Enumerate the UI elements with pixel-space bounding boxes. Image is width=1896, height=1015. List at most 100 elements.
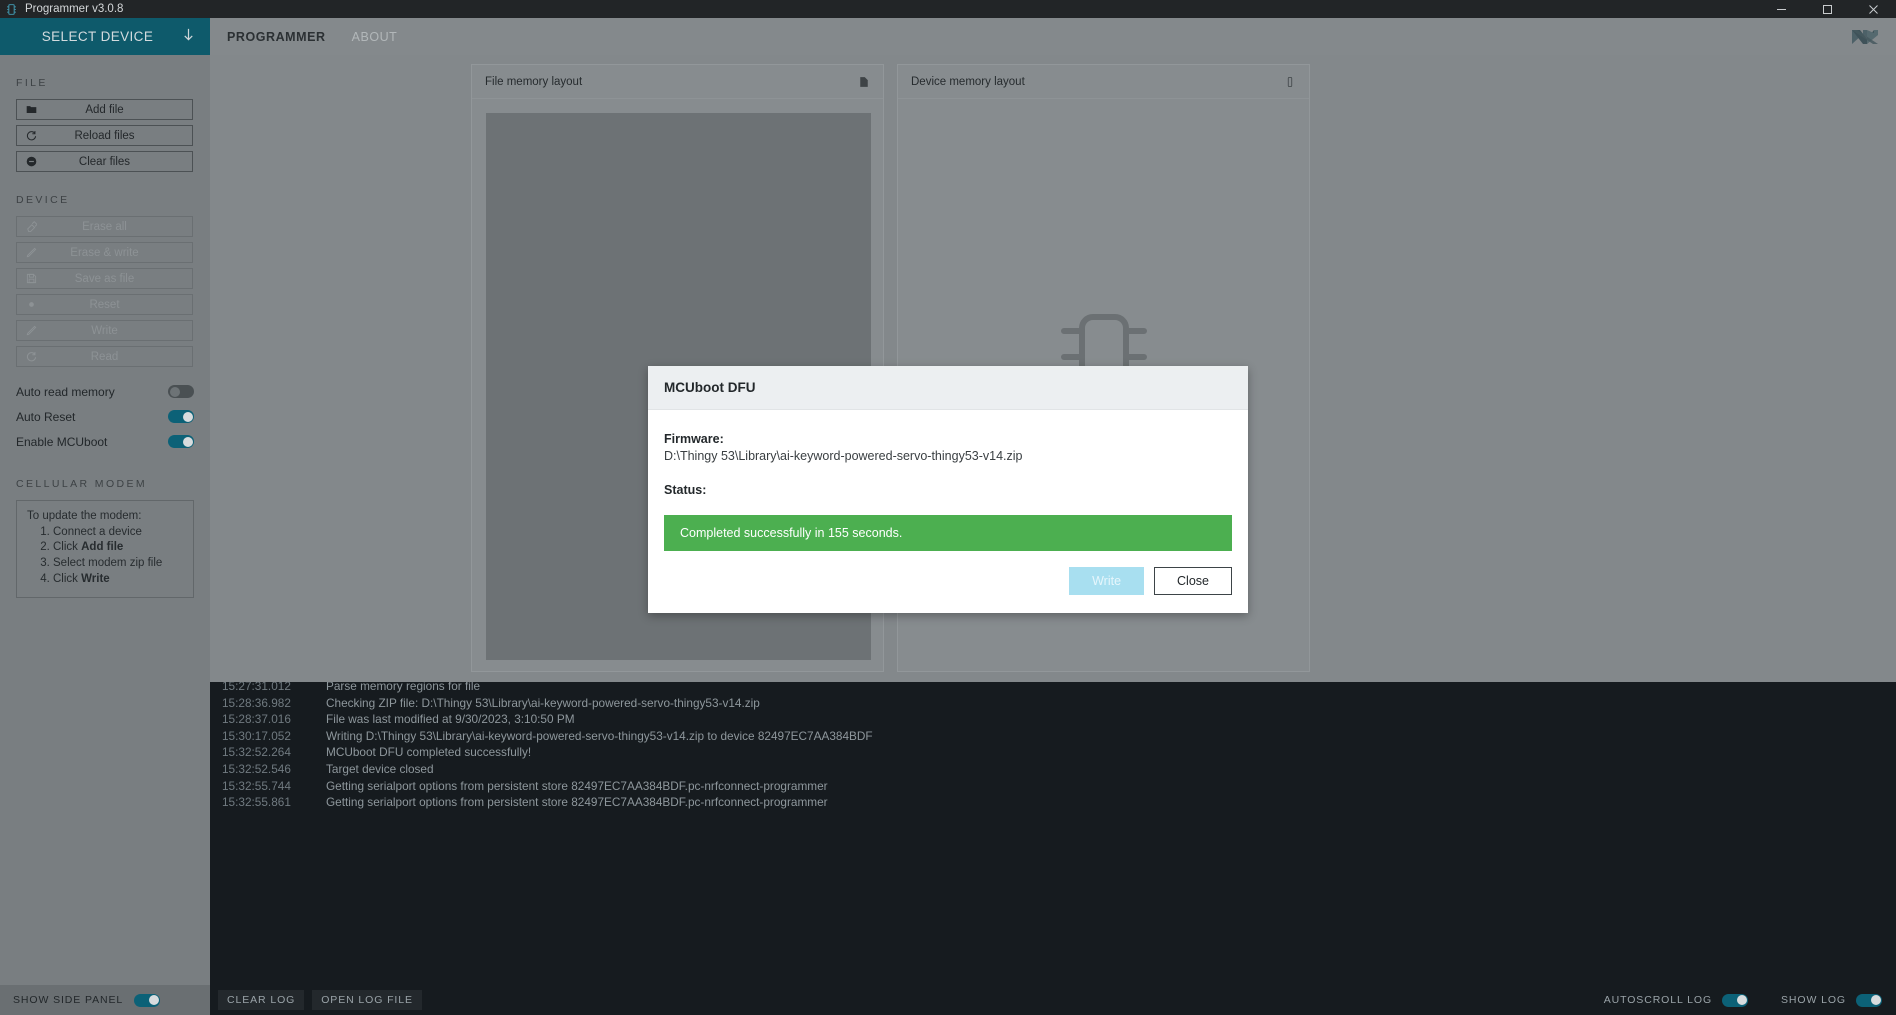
toggle-knob	[169, 386, 180, 397]
log-message: Getting serialport options from persiste…	[326, 795, 828, 810]
reload-files-button[interactable]: Reload files	[16, 125, 193, 146]
file-panel-header: File memory layout	[472, 65, 883, 99]
toggle-knob	[1736, 995, 1747, 1005]
read-label: Read	[90, 350, 119, 363]
reset-label: Reset	[89, 298, 120, 311]
modem-step: Click Write	[53, 572, 183, 587]
clear-files-button[interactable]: Clear files	[16, 151, 193, 172]
log-time: 15:27:31.012	[222, 682, 291, 693]
auto-read-memory-row: Auto read memory	[16, 381, 194, 402]
modem-step: Click Add file	[53, 540, 183, 555]
save-as-file-button[interactable]: Save as file	[16, 268, 193, 289]
show-log-label: SHOW LOG	[1781, 994, 1846, 1006]
log-list: 15:27:31.012 Parse memory regions for fi…	[210, 682, 1896, 811]
enable-mcuboot-toggle[interactable]	[168, 435, 194, 448]
file-icon[interactable]	[858, 76, 870, 88]
chip-outline-icon[interactable]	[1284, 76, 1296, 88]
chevron-down-icon	[181, 27, 196, 47]
minus-circle-icon	[26, 152, 37, 171]
toggle-knob	[148, 995, 159, 1005]
open-log-file-button[interactable]: OPEN LOG FILE	[312, 990, 422, 1010]
device-panel-header: Device memory layout	[898, 65, 1309, 99]
tab-about[interactable]: ABOUT	[352, 30, 398, 44]
file-panel-title: File memory layout	[485, 75, 583, 88]
autoscroll-log-toggle[interactable]	[1722, 993, 1749, 1007]
add-file-button[interactable]: Add file	[16, 99, 193, 120]
dialog-header: MCUboot DFU	[648, 366, 1248, 410]
maximize-icon[interactable]	[1804, 0, 1850, 18]
log-time: 15:32:52.546	[222, 761, 291, 776]
auto-read-memory-toggle[interactable]	[168, 385, 194, 398]
log-panel[interactable]: 15:27:31.012 Parse memory regions for fi…	[210, 682, 1896, 985]
write-label: Write	[91, 324, 118, 337]
log-message: MCUboot DFU completed successfully!	[326, 745, 532, 760]
clear-files-label: Clear files	[78, 155, 131, 168]
write-button[interactable]: Write	[16, 320, 193, 341]
log-row: 15:32:52.264 MCUboot DFU completed succe…	[210, 744, 1896, 761]
save-as-file-label: Save as file	[74, 272, 135, 285]
show-log-toggle[interactable]	[1856, 993, 1882, 1007]
log-message: Writing D:\Thingy 53\Library\ai-keyword-…	[326, 728, 873, 743]
app-chip-icon	[5, 3, 18, 16]
autoscroll-log-label: AUTOSCROLL LOG	[1603, 994, 1713, 1006]
eraser-icon	[26, 217, 37, 236]
toggle-knob	[182, 411, 193, 422]
log-message: File was last modified at 9/30/2023, 3:1…	[326, 712, 575, 727]
toggle-knob	[182, 436, 193, 447]
log-message: Target device closed	[326, 761, 434, 776]
sidebar-heading-cellular-modem: CELLULAR MODEM	[16, 478, 148, 490]
read-button[interactable]: Read	[16, 346, 193, 367]
dialog-footer: Write Close	[648, 551, 1248, 613]
auto-reset-toggle[interactable]	[168, 410, 194, 423]
save-icon	[26, 269, 37, 288]
firmware-path: D:\Thingy 53\Library\ai-keyword-powered-…	[664, 449, 1023, 463]
dialog-write-button[interactable]: Write	[1069, 567, 1145, 595]
window-titlebar: Programmer v3.0.8	[0, 0, 1896, 18]
close-icon[interactable]	[1850, 0, 1896, 18]
log-row: 15:28:37.016 File was last modified at 9…	[210, 711, 1896, 728]
sidebar-heading-device: DEVICE	[16, 194, 70, 206]
app-header: SELECT DEVICE PROGRAMMER ABOUT	[0, 18, 1896, 55]
dialog-title: MCUboot DFU	[664, 380, 756, 395]
log-time: 15:32:55.744	[222, 778, 291, 793]
show-side-panel-label: SHOW SIDE PANEL	[13, 994, 124, 1006]
minimize-icon[interactable]	[1758, 0, 1804, 18]
log-time: 15:32:55.861	[222, 795, 291, 810]
show-log-group: SHOW LOG	[1781, 993, 1882, 1007]
erase-and-write-label: Erase & write	[70, 246, 139, 259]
log-time: 15:32:52.264	[222, 745, 291, 760]
clear-log-button[interactable]: CLEAR LOG	[218, 990, 305, 1010]
sidebar-heading-file: FILE	[16, 77, 48, 89]
enable-mcuboot-label: Enable MCUboot	[16, 434, 108, 449]
modem-intro: To update the modem:	[27, 510, 142, 522]
tab-programmer[interactable]: PROGRAMMER	[227, 30, 326, 44]
log-message: Getting serialport options from persiste…	[326, 778, 828, 793]
log-row: 15:30:17.052 Writing D:\Thingy 53\Librar…	[210, 728, 1896, 745]
status-success-alert: Completed successfully in 155 seconds.	[664, 515, 1232, 551]
window-controls	[1758, 0, 1896, 18]
pencil-icon	[26, 243, 37, 262]
refresh-icon	[26, 126, 37, 145]
show-side-panel-toggle[interactable]	[134, 993, 161, 1007]
log-time: 15:28:37.016	[222, 712, 291, 727]
log-message: Checking ZIP file: D:\Thingy 53\Library\…	[326, 695, 760, 710]
reload-files-label: Reload files	[74, 129, 135, 142]
select-device-button[interactable]: SELECT DEVICE	[0, 18, 210, 55]
log-row: 15:32:55.744 Getting serialport options …	[210, 778, 1896, 795]
status-bar-left: SHOW SIDE PANEL	[0, 985, 210, 1015]
device-panel-title: Device memory layout	[911, 75, 1025, 88]
log-row: 15:27:31.012 Parse memory regions for fi…	[210, 682, 1896, 695]
reset-button[interactable]: Reset	[16, 294, 193, 315]
dialog-close-button[interactable]: Close	[1154, 567, 1232, 595]
auto-reset-row: Auto Reset	[16, 406, 194, 427]
auto-read-memory-label: Auto read memory	[16, 384, 115, 399]
erase-all-button[interactable]: Erase all	[16, 216, 193, 237]
log-time: 15:28:36.982	[222, 695, 291, 710]
log-message: Parse memory regions for file	[326, 682, 481, 693]
log-row: 15:32:52.546 Target device closed	[210, 761, 1896, 778]
autoscroll-log-group: AUTOSCROLL LOG	[1603, 993, 1749, 1007]
toggle-knob	[1870, 995, 1881, 1005]
log-row: 15:32:55.861 Getting serialport options …	[210, 794, 1896, 811]
modem-instructions: To update the modem: Connect a device Cl…	[16, 500, 194, 598]
erase-and-write-button[interactable]: Erase & write	[16, 242, 193, 263]
